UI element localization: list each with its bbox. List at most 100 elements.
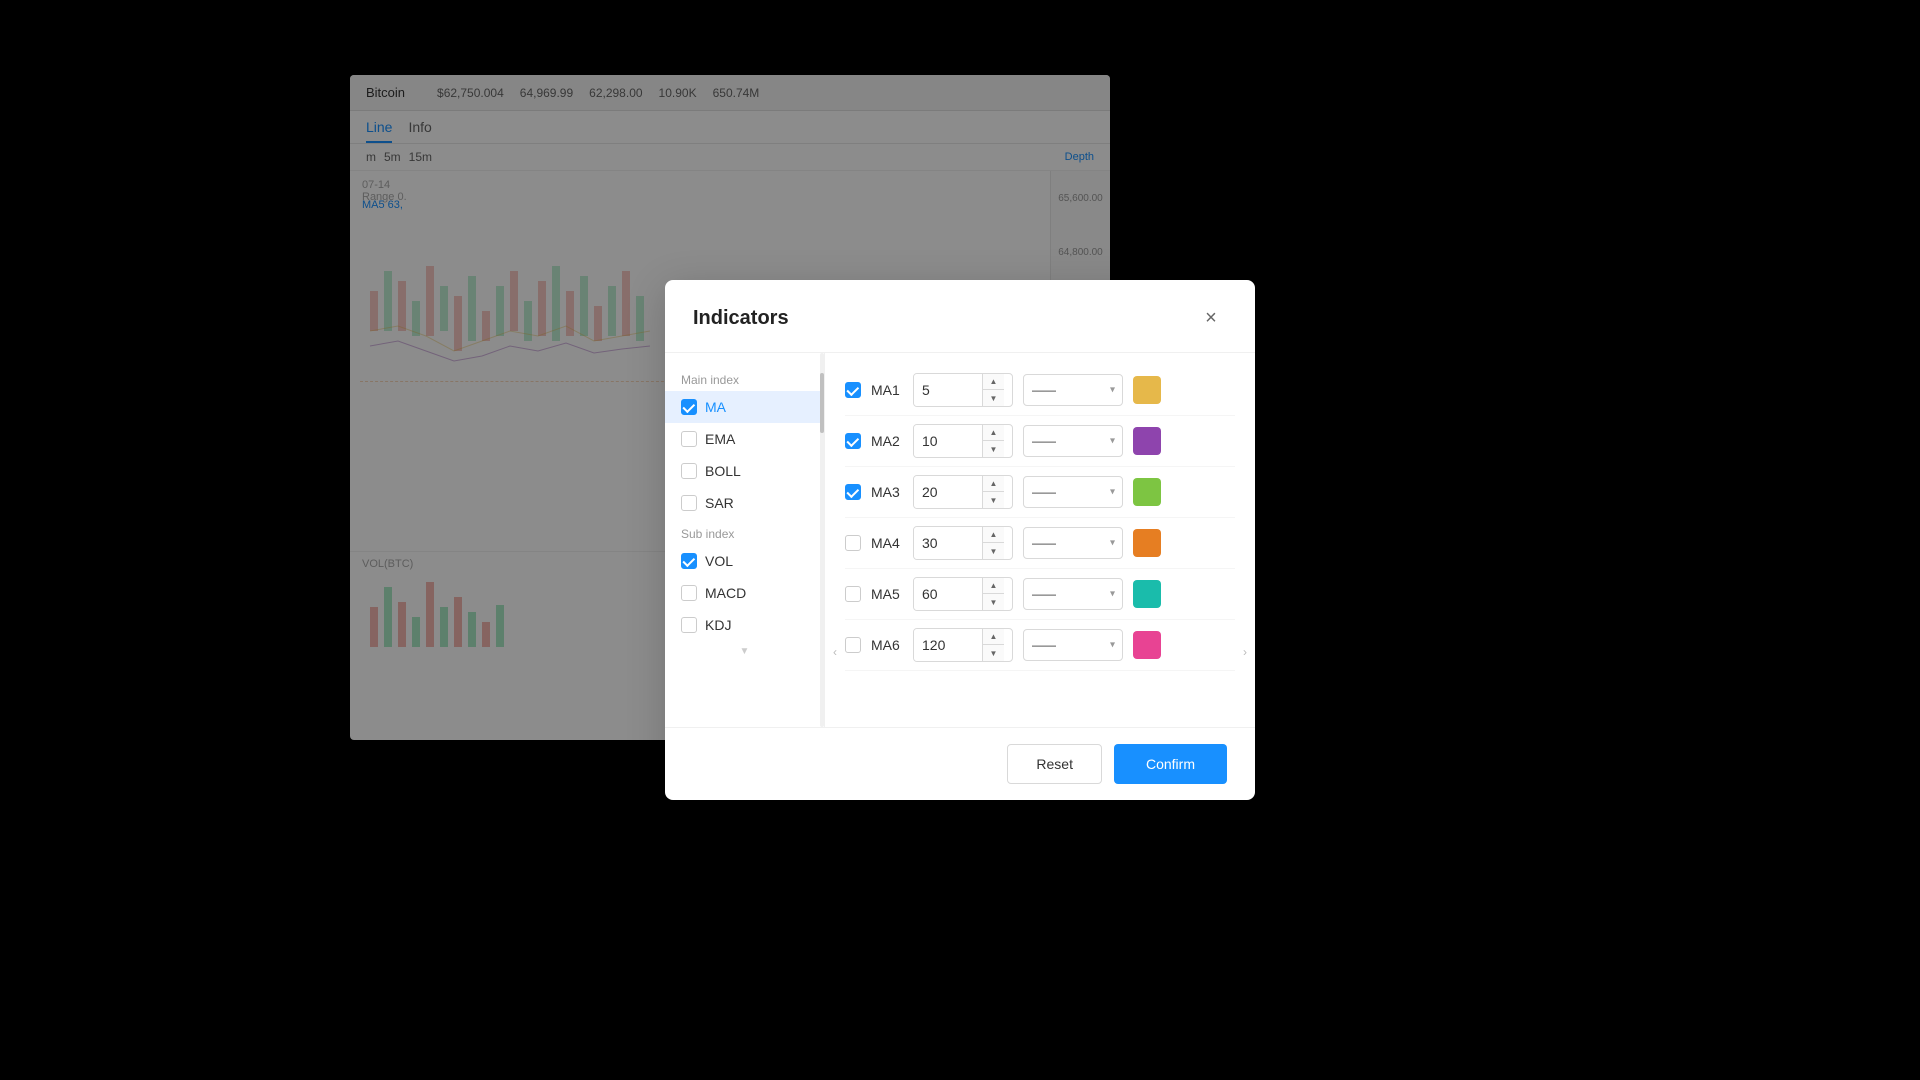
kdj-checkbox[interactable] — [681, 617, 697, 633]
ma1-row: MA1 ▲ ▼ —— - - ··· ▾ — [845, 365, 1235, 416]
ma6-spinner-up[interactable]: ▲ — [983, 629, 1004, 645]
modal-body: Main index MA EMA BOLL SAR — [665, 353, 1255, 727]
ma5-spinner-up[interactable]: ▲ — [983, 578, 1004, 594]
ma4-spinner-up[interactable]: ▲ — [983, 527, 1004, 543]
ma4-spinner-down[interactable]: ▼ — [983, 543, 1004, 559]
macd-label: MACD — [705, 585, 746, 601]
ma1-spinner-down[interactable]: ▼ — [983, 390, 1004, 406]
sidebar-item-ema[interactable]: EMA — [665, 423, 824, 455]
sar-checkbox[interactable] — [681, 495, 697, 511]
scroll-right-arrow[interactable]: › — [1235, 637, 1255, 667]
indicators-modal: Indicators × Main index MA EMA BOLL — [665, 280, 1255, 800]
ma3-color-swatch[interactable] — [1133, 478, 1161, 506]
ma1-label: MA1 — [871, 382, 903, 398]
sidebar-item-ma[interactable]: MA — [665, 391, 824, 423]
sidebar-item-kdj[interactable]: KDJ — [665, 609, 824, 641]
ma4-row: MA4 ▲ ▼ —— - - ··· ▾ — [845, 518, 1235, 569]
ma2-line-select-wrap: —— - - ··· ▾ — [1023, 425, 1123, 457]
scroll-left-arrow[interactable]: ‹ — [825, 637, 845, 667]
ma4-input-wrap: ▲ ▼ — [913, 526, 1013, 560]
ma5-spinner-down[interactable]: ▼ — [983, 594, 1004, 610]
ma-label: MA — [705, 399, 726, 415]
ma4-line-select-wrap: —— - - ··· ▾ — [1023, 527, 1123, 559]
ma3-line-select-wrap: —— - - ··· ▾ — [1023, 476, 1123, 508]
sidebar-scrollbar — [820, 353, 824, 727]
reset-button[interactable]: Reset — [1007, 744, 1102, 784]
ma6-color-swatch[interactable] — [1133, 631, 1161, 659]
confirm-button[interactable]: Confirm — [1114, 744, 1227, 784]
ma5-color-swatch[interactable] — [1133, 580, 1161, 608]
ma5-label: MA5 — [871, 586, 903, 602]
ma6-checkbox[interactable] — [845, 637, 861, 653]
ema-checkbox[interactable] — [681, 431, 697, 447]
ma5-line-select[interactable]: —— - - ··· — [1023, 578, 1123, 610]
main-index-label: Main index — [665, 365, 824, 391]
ma3-row: MA3 ▲ ▼ —— - - ··· ▾ — [845, 467, 1235, 518]
ma2-row: MA2 ▲ ▼ —— - - ··· ▾ — [845, 416, 1235, 467]
ma4-color-swatch[interactable] — [1133, 529, 1161, 557]
modal-title: Indicators — [693, 307, 789, 330]
boll-checkbox[interactable] — [681, 463, 697, 479]
ma1-input-wrap: ▲ ▼ — [913, 373, 1013, 407]
ma6-row: MA6 ▲ ▼ —— - - ··· ▾ — [845, 620, 1235, 671]
sidebar-item-boll[interactable]: BOLL — [665, 455, 824, 487]
ma1-color-swatch[interactable] — [1133, 376, 1161, 404]
ma6-input-wrap: ▲ ▼ — [913, 628, 1013, 662]
ma3-label: MA3 — [871, 484, 903, 500]
sidebar-scrollbar-thumb — [820, 373, 824, 433]
sar-label: SAR — [705, 495, 734, 511]
ma6-line-select[interactable]: —— - - ··· — [1023, 629, 1123, 661]
ma6-spinner-down[interactable]: ▼ — [983, 645, 1004, 661]
ma3-spinner-up[interactable]: ▲ — [983, 476, 1004, 492]
ma5-row: MA5 ▲ ▼ —— - - ··· ▾ — [845, 569, 1235, 620]
ma5-input-wrap: ▲ ▼ — [913, 577, 1013, 611]
ma6-line-select-wrap: —— - - ··· ▾ — [1023, 629, 1123, 661]
ma5-value-input[interactable] — [914, 578, 982, 610]
ma3-input-wrap: ▲ ▼ — [913, 475, 1013, 509]
sidebar-item-sar[interactable]: SAR — [665, 487, 824, 519]
ma1-spinners: ▲ ▼ — [982, 374, 1004, 406]
macd-checkbox[interactable] — [681, 585, 697, 601]
ma3-spinner-down[interactable]: ▼ — [983, 492, 1004, 508]
ma3-line-select[interactable]: —— - - ··· — [1023, 476, 1123, 508]
ma6-label: MA6 — [871, 637, 903, 653]
ma4-label: MA4 — [871, 535, 903, 551]
modal-header: Indicators × — [665, 280, 1255, 353]
ma5-line-select-wrap: —— - - ··· ▾ — [1023, 578, 1123, 610]
ma3-value-input[interactable] — [914, 476, 982, 508]
scroll-arrows: ‹ › — [845, 679, 1235, 687]
ma4-checkbox[interactable] — [845, 535, 861, 551]
ma2-input-wrap: ▲ ▼ — [913, 424, 1013, 458]
vol-label: VOL — [705, 553, 733, 569]
close-button[interactable]: × — [1195, 302, 1227, 334]
ma2-spinner-down[interactable]: ▼ — [983, 441, 1004, 457]
ma4-line-select[interactable]: —— - - ··· — [1023, 527, 1123, 559]
ma2-color-swatch[interactable] — [1133, 427, 1161, 455]
kdj-label: KDJ — [705, 617, 731, 633]
sidebar: Main index MA EMA BOLL SAR — [665, 353, 825, 727]
vol-checkbox[interactable] — [681, 553, 697, 569]
ma2-spinner-up[interactable]: ▲ — [983, 425, 1004, 441]
ma6-value-input[interactable] — [914, 629, 982, 661]
ma2-checkbox[interactable] — [845, 433, 861, 449]
ma-checkbox[interactable] — [681, 399, 697, 415]
ma4-value-input[interactable] — [914, 527, 982, 559]
ma5-checkbox[interactable] — [845, 586, 861, 602]
boll-label: BOLL — [705, 463, 741, 479]
ma3-checkbox[interactable] — [845, 484, 861, 500]
ma2-line-select[interactable]: —— - - ··· — [1023, 425, 1123, 457]
ma6-spinners: ▲ ▼ — [982, 629, 1004, 661]
sidebar-item-vol[interactable]: VOL — [665, 545, 824, 577]
ma5-spinners: ▲ ▼ — [982, 578, 1004, 610]
sidebar-item-macd[interactable]: MACD — [665, 577, 824, 609]
ma1-checkbox[interactable] — [845, 382, 861, 398]
ma2-spinners: ▲ ▼ — [982, 425, 1004, 457]
ma2-label: MA2 — [871, 433, 903, 449]
ma1-spinner-up[interactable]: ▲ — [983, 374, 1004, 390]
ma1-value-input[interactable] — [914, 374, 982, 406]
sub-index-label: Sub index — [665, 519, 824, 545]
ma2-value-input[interactable] — [914, 425, 982, 457]
ma1-line-select[interactable]: —— - - ··· — [1023, 374, 1123, 406]
ma4-spinners: ▲ ▼ — [982, 527, 1004, 559]
ma1-line-select-wrap: —— - - ··· ▾ — [1023, 374, 1123, 406]
